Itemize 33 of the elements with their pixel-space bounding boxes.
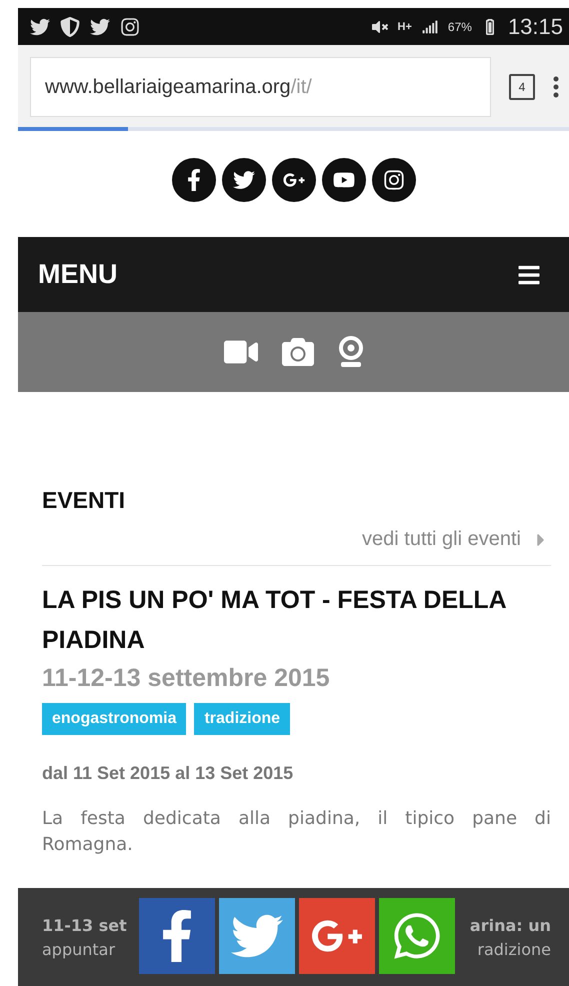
google-plus-icon[interactable]: [272, 158, 316, 202]
address-bar[interactable]: www.bellariaigeamarina.org/it/: [30, 57, 491, 117]
event-date: 11-12-13 settembre 2015: [42, 664, 331, 693]
webcam-icon[interactable]: [338, 336, 364, 368]
covered-text: radizione: [477, 939, 551, 961]
covered-text: 11-13 set: [42, 915, 127, 937]
event-description: La festa dedicata alla piadina, il tipico pane di Romagna.: [42, 807, 551, 857]
whatsapp-share-button[interactable]: [378, 898, 454, 974]
section-heading: EVENTI: [42, 487, 126, 514]
instagram-icon: [120, 16, 140, 36]
youtube-icon[interactable]: [322, 158, 366, 202]
see-all-events-link[interactable]: vedi tutti gli eventi: [42, 528, 551, 566]
twitter-icon[interactable]: [222, 158, 266, 202]
event-title[interactable]: LA PIS UN PO' MA TOT - FESTA DELLA PIADINA: [42, 580, 551, 660]
covered-text: appuntar: [42, 939, 116, 961]
google-plus-share-button[interactable]: [298, 898, 374, 974]
clock-time: 13:15: [508, 14, 563, 40]
facebook-share-button[interactable]: [138, 898, 214, 974]
event-date-range: dal 11 Set 2015 al 13 Set 2015: [42, 763, 294, 784]
mute-icon: [372, 18, 388, 34]
twitter-icon: [90, 16, 110, 36]
menu-label[interactable]: MENU: [38, 259, 118, 290]
facebook-icon[interactable]: [172, 158, 216, 202]
more-options-icon[interactable]: [553, 76, 559, 98]
camera-icon[interactable]: [282, 336, 314, 368]
twitter-icon: [30, 16, 50, 36]
tab-count[interactable]: 4: [509, 74, 535, 100]
signal-icon: [422, 18, 438, 34]
shield-icon: [60, 16, 80, 36]
covered-text: arina: un: [470, 915, 551, 937]
instagram-icon[interactable]: [372, 158, 416, 202]
network-type: H+: [398, 20, 412, 32]
battery-percent: 67%: [448, 20, 472, 34]
